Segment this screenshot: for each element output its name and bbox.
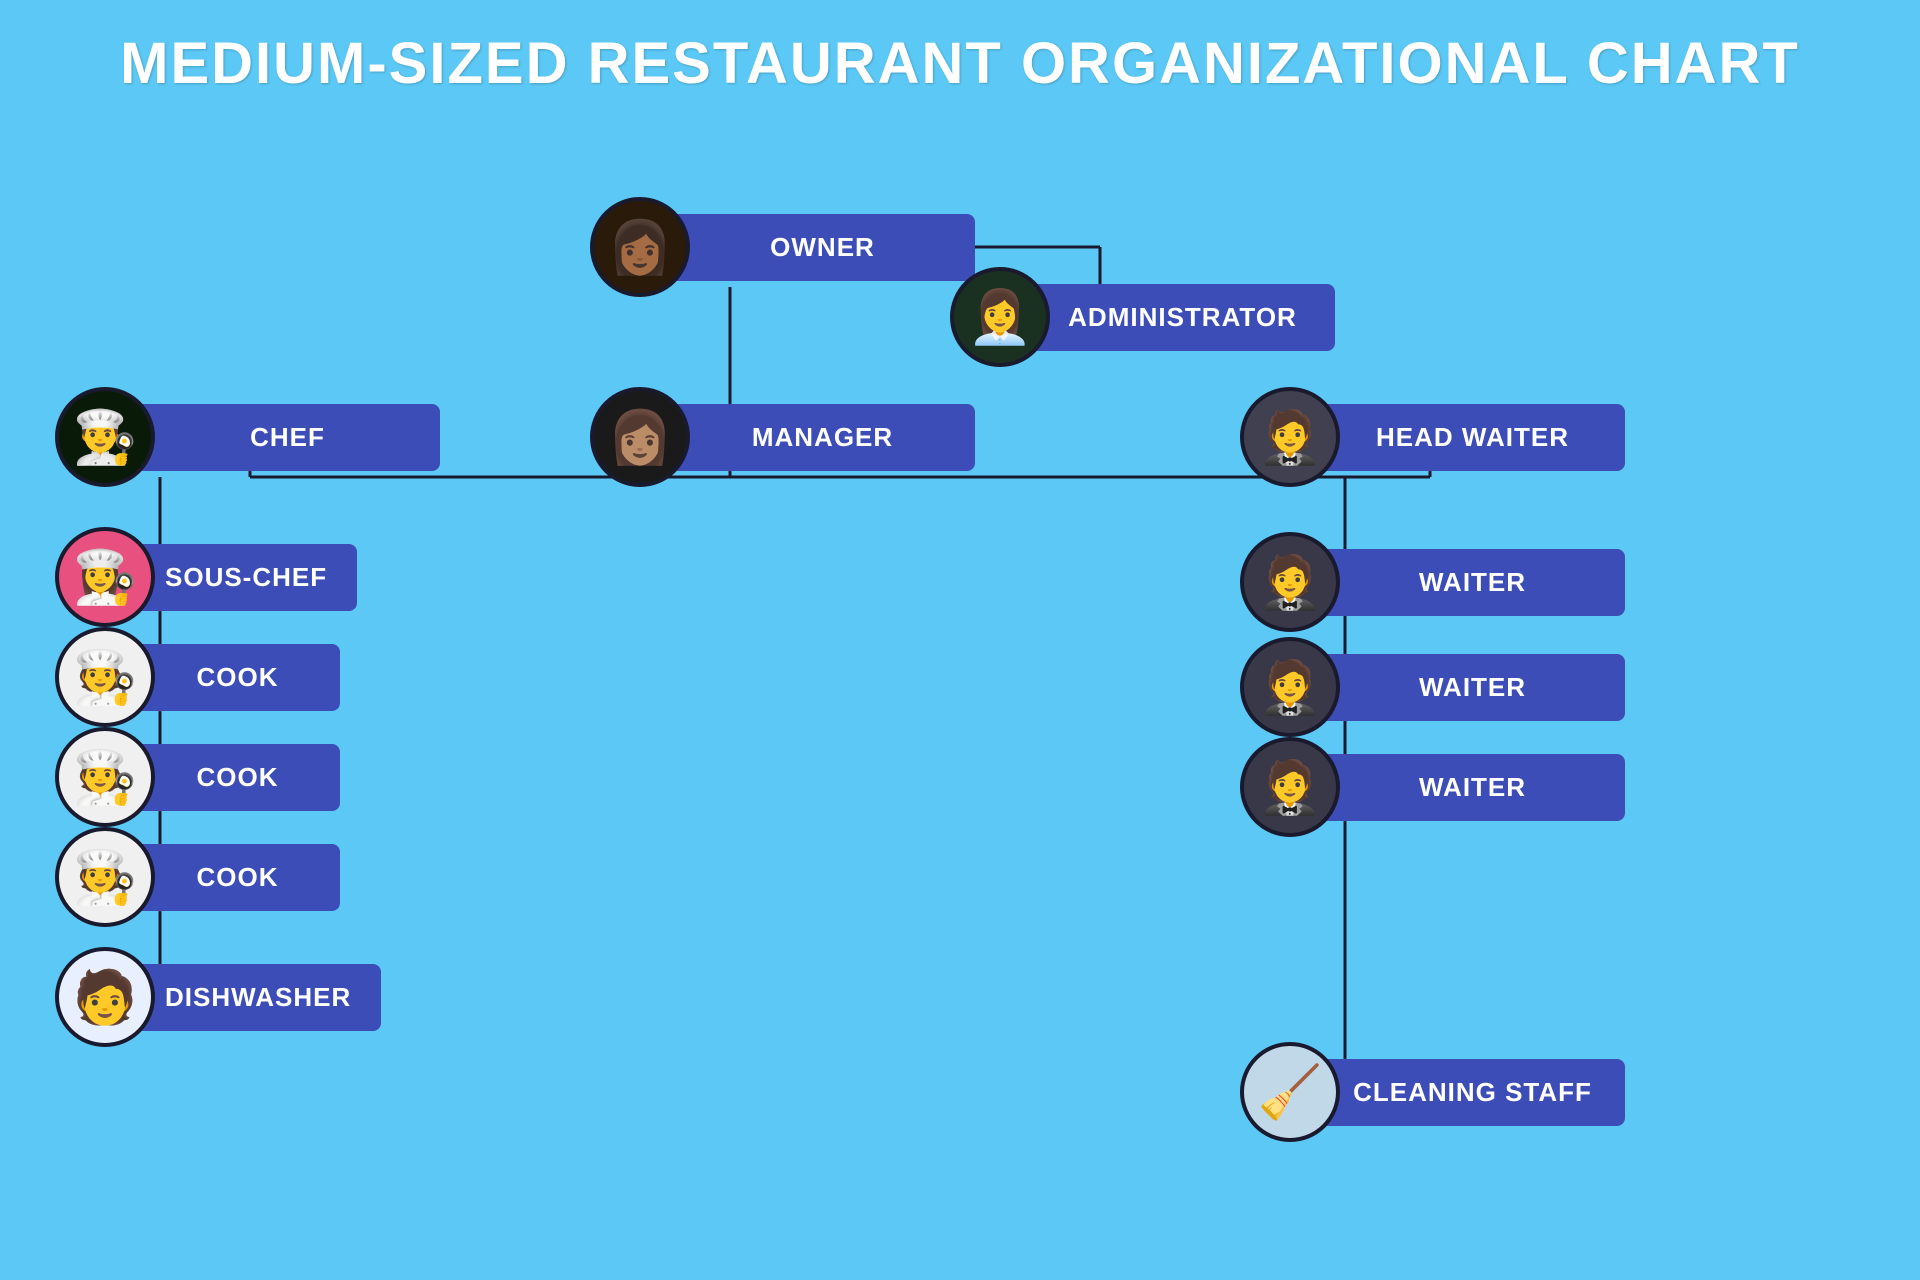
- souschef-label: SOUS-CHEF: [120, 544, 357, 611]
- cleaningstaff-avatar: 🧹: [1240, 1042, 1340, 1142]
- cleaningstaff-node: 🧹 CLEANING STAFF: [1240, 1042, 1625, 1142]
- waiter2-label: WAITER: [1305, 654, 1625, 721]
- waiter1-label: WAITER: [1305, 549, 1625, 616]
- waiter2-avatar: 🤵: [1240, 637, 1340, 737]
- page-title: MEDIUM-SIZED RESTAURANT ORGANIZATIONAL C…: [0, 0, 1920, 117]
- waiter1-node: 🤵 WAITER: [1240, 532, 1625, 632]
- cook2-avatar: 🧑‍🍳: [55, 727, 155, 827]
- dishwasher-label: DISHWASHER: [120, 964, 381, 1031]
- owner-label: OWNER: [655, 214, 975, 281]
- waiter3-label: WAITER: [1305, 754, 1625, 821]
- org-chart: 👩🏾 OWNER 👩‍💼 ADMINISTRATOR 👩🏽 MANAGER 👨‍…: [0, 117, 1920, 1277]
- administrator-avatar: 👩‍💼: [950, 267, 1050, 367]
- cook2-node: 🧑‍🍳 COOK: [55, 727, 340, 827]
- waiter2-node: 🤵 WAITER: [1240, 637, 1625, 737]
- owner-avatar: 👩🏾: [590, 197, 690, 297]
- dishwasher-node: 🧑 DISHWASHER: [55, 947, 381, 1047]
- cook3-node: 🧑‍🍳 COOK: [55, 827, 340, 927]
- chef-node: 👨‍🍳 CHEF: [55, 387, 440, 487]
- souschef-node: 👩‍🍳 SOUS-CHEF: [55, 527, 357, 627]
- manager-label: MANAGER: [655, 404, 975, 471]
- cook1-node: 🧑‍🍳 COOK: [55, 627, 340, 727]
- administrator-node: 👩‍💼 ADMINISTRATOR: [950, 267, 1335, 367]
- administrator-label: ADMINISTRATOR: [1015, 284, 1335, 351]
- cleaningstaff-label: CLEANING STAFF: [1305, 1059, 1625, 1126]
- waiter1-avatar: 🤵: [1240, 532, 1340, 632]
- chef-label: CHEF: [120, 404, 440, 471]
- manager-node: 👩🏽 MANAGER: [590, 387, 975, 487]
- souschef-avatar: 👩‍🍳: [55, 527, 155, 627]
- headwaiter-label: HEAD WAITER: [1305, 404, 1625, 471]
- headwaiter-node: 🤵 HEAD WAITER: [1240, 387, 1625, 487]
- dishwasher-avatar: 🧑: [55, 947, 155, 1047]
- chef-avatar: 👨‍🍳: [55, 387, 155, 487]
- manager-avatar: 👩🏽: [590, 387, 690, 487]
- owner-node: 👩🏾 OWNER: [590, 197, 975, 297]
- waiter3-avatar: 🤵: [1240, 737, 1340, 837]
- cook1-avatar: 🧑‍🍳: [55, 627, 155, 727]
- cook3-avatar: 🧑‍🍳: [55, 827, 155, 927]
- waiter3-node: 🤵 WAITER: [1240, 737, 1625, 837]
- headwaiter-avatar: 🤵: [1240, 387, 1340, 487]
